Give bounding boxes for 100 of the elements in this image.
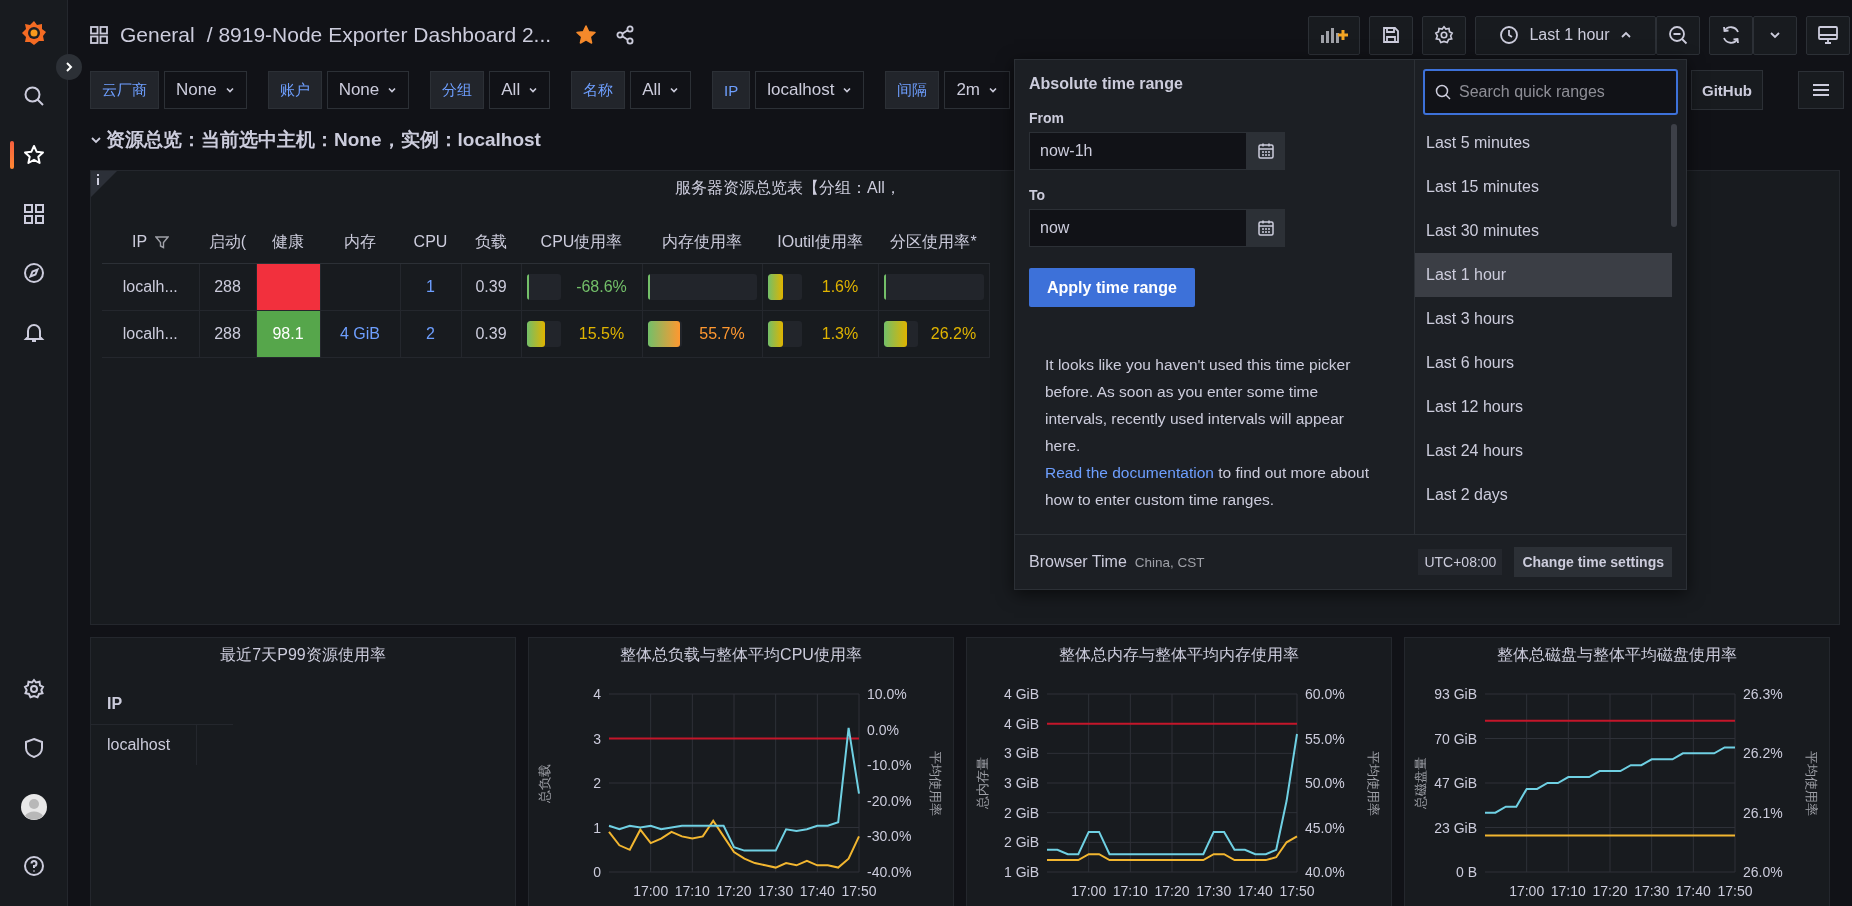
chevron-right-icon <box>64 61 74 73</box>
expand-sidebar-button[interactable] <box>56 54 82 80</box>
axis-tick-label: 3 GiB <box>1004 775 1039 791</box>
to-input[interactable]: now <box>1029 209 1247 247</box>
menu-button[interactable] <box>1798 71 1844 109</box>
save-button[interactable] <box>1369 15 1413 55</box>
table-cell: localhost <box>91 725 197 765</box>
star-icon[interactable] <box>575 24 598 46</box>
grid-icon[interactable] <box>22 202 45 225</box>
panel-title: 服务器资源总览表【分组：All， <box>675 177 901 198</box>
star-icon[interactable] <box>22 143 45 166</box>
timezone-name: China, CST <box>1134 554 1205 570</box>
axis-tick-label: 2 <box>593 775 601 791</box>
tv-mode-button[interactable] <box>1806 15 1850 55</box>
column-header[interactable]: 分区使用率* <box>890 231 977 253</box>
compass-icon[interactable] <box>22 261 45 284</box>
quick-range-item[interactable]: Last 24 hours <box>1415 429 1672 473</box>
calendar-button[interactable] <box>1247 209 1285 247</box>
quick-range-item[interactable]: Last 6 hours <box>1415 341 1672 385</box>
quick-range-item[interactable]: Last 5 minutes <box>1415 121 1672 165</box>
axis-tick-label: 17:50 <box>1279 883 1315 899</box>
axis-title: 总内存量 <box>975 757 990 809</box>
caret-icon <box>224 85 235 95</box>
column-header[interactable]: 负载 <box>475 231 507 253</box>
caret-icon[interactable] <box>90 134 102 146</box>
column-header[interactable]: IP <box>131 233 148 251</box>
settings-icon <box>1434 25 1454 45</box>
axis-tick-label: 1 <box>593 819 601 836</box>
caret-icon <box>988 85 998 95</box>
avatar-icon[interactable] <box>20 793 47 820</box>
add-panel-button[interactable] <box>1308 15 1360 55</box>
variable-dropdown[interactable]: 2m <box>944 71 1010 109</box>
help-icon[interactable] <box>22 854 45 877</box>
search-icon[interactable] <box>22 84 45 107</box>
quick-range-item[interactable]: Last 15 minutes <box>1415 165 1672 209</box>
calendar-button[interactable] <box>1247 132 1285 170</box>
active-indicator <box>10 141 14 169</box>
health-cell: 98.1 <box>256 310 320 358</box>
axis-tick-label: 0 <box>593 864 601 880</box>
quick-range-item[interactable]: Last 1 hour <box>1415 253 1672 297</box>
field-label: To <box>1029 187 1047 203</box>
gauge-value: 55.7% <box>698 325 746 343</box>
variable-dropdown[interactable]: All <box>630 71 692 109</box>
info-icon[interactable] <box>91 171 117 197</box>
axis-tick-label: 50.0% <box>1305 775 1345 791</box>
zoom-out-icon <box>1668 25 1688 45</box>
variable-dropdown[interactable]: localhost <box>755 71 865 109</box>
quick-range-item[interactable]: Last 30 minutes <box>1415 209 1672 253</box>
zoom-out-button[interactable] <box>1656 15 1700 55</box>
axis-tick-label: -30.0% <box>867 828 912 845</box>
axis-tick-label: 2 GiB <box>1004 834 1039 851</box>
shield-icon[interactable] <box>22 736 45 759</box>
axis-tick-label: 17:00 <box>633 883 669 899</box>
table-cell: 2 <box>400 310 461 358</box>
axis-tick-label: 17:10 <box>674 883 710 899</box>
column-header[interactable]: 内存使用率 <box>662 231 742 253</box>
column-header[interactable]: 健康 <box>272 231 304 253</box>
panel-title: 整体总内存与整体平均内存使用率 <box>1058 645 1300 665</box>
table-cell: 0.39 <box>461 310 521 358</box>
variable-dropdown[interactable]: All <box>489 71 551 109</box>
settings-button[interactable] <box>1422 15 1466 55</box>
column-header[interactable]: 内存 <box>344 231 376 253</box>
search-icon <box>1435 84 1451 100</box>
column-header[interactable]: CPU <box>413 233 448 251</box>
row-title[interactable]: 资源总览：当前选中主机：None，实例：localhost <box>106 127 541 153</box>
column-header[interactable]: IOutil使用率 <box>777 231 863 253</box>
axis-tick-label: 4 GiB <box>1004 715 1039 732</box>
refresh-button[interactable] <box>1709 15 1753 55</box>
axis-tick-label: 17:40 <box>1675 883 1711 899</box>
axis-tick-label: 60.0% <box>1305 686 1345 702</box>
caret-icon <box>842 85 853 95</box>
logo-icon[interactable] <box>20 19 47 47</box>
column-header[interactable]: CPU使用率 <box>540 231 623 253</box>
quick-range-item[interactable]: Last 2 days <box>1415 473 1672 517</box>
variable-dropdown[interactable]: None <box>326 71 410 109</box>
search-field[interactable]: Search quick ranges <box>1459 72 1666 112</box>
gauge-value: 1.3% <box>820 325 860 343</box>
axis-tick-label: 17:50 <box>841 883 877 899</box>
axis-tick-label: 17:10 <box>1112 883 1148 899</box>
dashboard-link[interactable]: GitHub <box>1691 70 1763 110</box>
settings-icon[interactable] <box>22 677 45 700</box>
axis-tick-label: 0 B <box>1456 864 1477 880</box>
share-icon[interactable] <box>615 25 636 45</box>
filter-icon[interactable] <box>155 235 170 249</box>
axis-tick-label: 17:30 <box>1196 883 1232 899</box>
documentation-link[interactable]: Read the documentation <box>1045 464 1214 481</box>
column-header[interactable]: IP <box>91 684 233 725</box>
column-header[interactable]: 启动( <box>208 231 247 253</box>
search-box[interactable]: Search quick ranges <box>1423 69 1678 115</box>
apply-button[interactable]: Apply time range <box>1029 268 1195 307</box>
variable-label: 云厂商 <box>90 71 159 109</box>
axis-tick-label: 17:20 <box>1154 883 1190 899</box>
caret-icon <box>387 85 398 95</box>
folder-link[interactable]: General <box>120 23 195 47</box>
quick-range-item[interactable]: Last 12 hours <box>1415 385 1672 429</box>
quick-range-item[interactable]: Last 3 hours <box>1415 297 1672 341</box>
time-range-button[interactable]: Last 1 hour <box>1475 15 1656 55</box>
change-time-settings-button[interactable]: Change time settings <box>1514 547 1672 577</box>
variable-dropdown[interactable]: None <box>164 71 247 109</box>
from-input[interactable]: now-1h <box>1029 132 1247 170</box>
